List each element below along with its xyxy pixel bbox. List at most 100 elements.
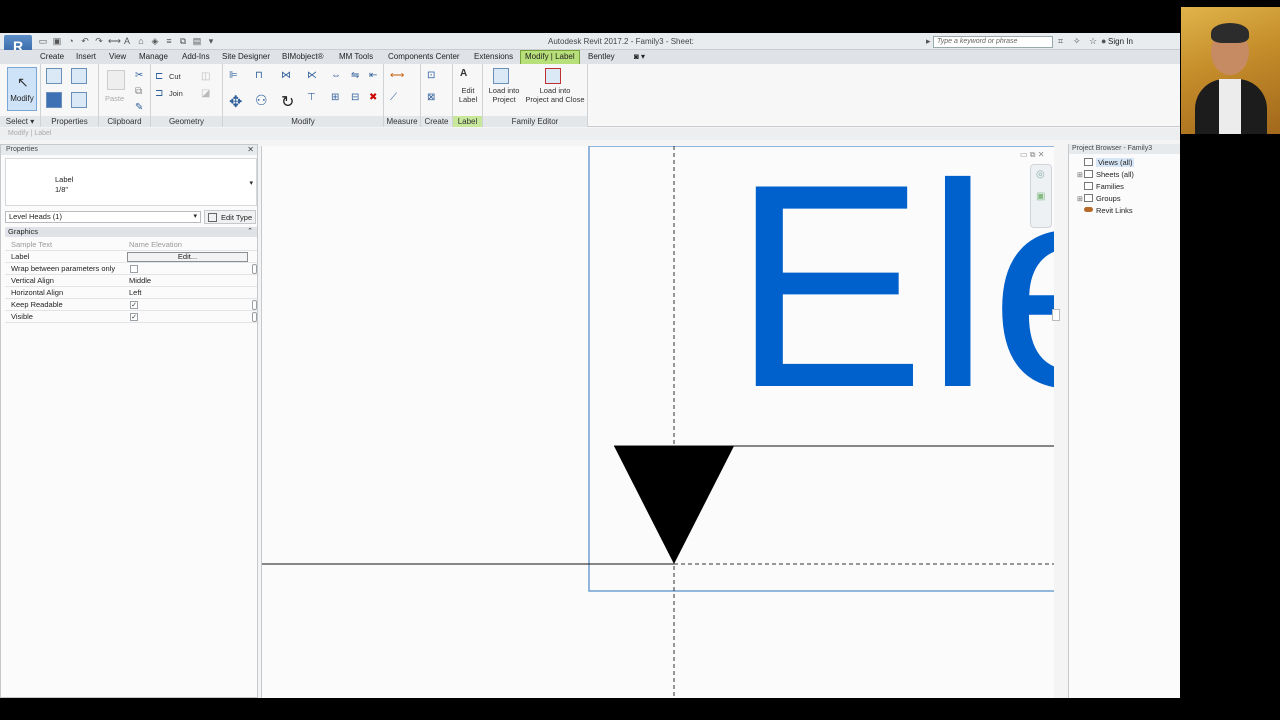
subscription-icon[interactable]: ✧ (1073, 36, 1081, 47)
tab-insert[interactable]: Insert (76, 52, 96, 61)
tab-options-icon[interactable]: ◙ ▾ (634, 52, 645, 61)
edit-label-params-button[interactable]: Edit... (127, 252, 248, 262)
steering-wheel-icon[interactable]: ◎ (1036, 169, 1045, 180)
scale-icon[interactable]: ⊟ (351, 92, 359, 103)
match-properties-icon[interactable]: ✎ (135, 102, 143, 113)
undo-icon[interactable]: ↶ (80, 36, 90, 46)
modify-button[interactable]: ↖ Modify (7, 67, 37, 111)
tab-bimobject[interactable]: BIMobject® (282, 52, 323, 61)
split-face-icon[interactable]: ◫ (201, 71, 210, 82)
section-icon[interactable]: ◈ (150, 36, 160, 46)
load-into-project-icon[interactable] (493, 68, 509, 84)
zoom-icon[interactable]: ▣ (1036, 191, 1045, 202)
create-group-icon[interactable]: ⊠ (427, 92, 435, 103)
move-icon[interactable]: ✥ (229, 92, 242, 112)
help-search-input[interactable]: Type a keyword or phrase (933, 36, 1053, 48)
pin-icon[interactable]: ⇤ (369, 70, 377, 81)
thin-lines-icon[interactable]: ≡ (164, 36, 174, 46)
visible-checkbox[interactable]: ✓ (130, 313, 138, 321)
type-properties-icon[interactable] (46, 68, 62, 84)
tree-item-groups[interactable]: ⊞ Groups (1077, 193, 1121, 205)
vertical-align-value[interactable]: Middle (129, 275, 151, 287)
keep-readable-checkbox[interactable]: ✓ (130, 301, 138, 309)
close-icon[interactable]: ✕ (247, 145, 254, 155)
group-header-graphics[interactable]: Graphics ⌃ (5, 227, 257, 237)
cut-geometry-button[interactable]: Cut (169, 72, 181, 81)
chevron-right-icon[interactable]: ▸ (926, 36, 931, 47)
delete-icon[interactable]: ✖ (369, 92, 377, 103)
instance-filter-dropdown[interactable]: Level Heads (1) ▾ (5, 211, 201, 223)
tab-view[interactable]: View (109, 52, 126, 61)
paste-icon[interactable] (107, 70, 125, 90)
type-selector[interactable]: Label 1/8" ▾ (5, 158, 257, 206)
sync-icon[interactable]: ◔ (66, 36, 76, 46)
align-icon[interactable]: ⊫ (229, 70, 238, 81)
tab-create[interactable]: Create (40, 52, 64, 61)
sign-in-button[interactable]: Sign In (1108, 37, 1133, 46)
canvas-scrollbar[interactable] (1052, 309, 1060, 321)
cope-icon[interactable]: ⊏ (155, 71, 163, 82)
copy-icon[interactable]: ⧉ (135, 86, 142, 97)
edit-label-button[interactable]: Edit Label (455, 86, 481, 104)
tab-mm-tools[interactable]: MM Tools (339, 52, 373, 61)
tab-modify-label[interactable]: Modify | Label (520, 50, 580, 65)
tab-manage[interactable]: Manage (139, 52, 168, 61)
text-icon[interactable]: A (122, 36, 132, 46)
rotate-icon[interactable]: ↻ (281, 92, 294, 112)
panel-label-select[interactable]: Select ▾ (0, 116, 40, 127)
favorites-star-icon[interactable]: ☆ (1089, 36, 1097, 47)
cut-icon[interactable]: ✂ (135, 70, 143, 81)
scrollbar-thumb[interactable] (252, 312, 257, 322)
paste-button[interactable]: Paste (105, 94, 124, 103)
properties-icon[interactable] (46, 92, 62, 108)
wrap-checkbox[interactable] (130, 265, 138, 273)
save-icon[interactable]: ▣ (52, 36, 62, 46)
tree-item-families[interactable]: Families (1077, 181, 1124, 193)
horizontal-align-value[interactable]: Left (129, 287, 142, 299)
paint-icon[interactable]: ◪ (201, 88, 210, 99)
level-head-triangle[interactable] (614, 446, 734, 564)
create-similar-icon[interactable]: ⊡ (427, 70, 435, 81)
qat-menu-icon[interactable]: ▾ (206, 36, 216, 46)
split-gap-icon[interactable]: ⇋ (351, 70, 359, 81)
mirror-draw-icon[interactable]: ⋉ (307, 70, 317, 81)
scrollbar-thumb[interactable] (252, 300, 257, 310)
3d-view-icon[interactable]: ⌂ (136, 36, 146, 46)
tab-components-center[interactable]: Components Center (388, 52, 460, 61)
split-element-icon[interactable]: ⇔ (331, 70, 341, 81)
load-into-project-button[interactable]: Load into Project (485, 86, 523, 104)
measure-qat-icon[interactable]: ⟷ (108, 36, 121, 46)
redo-icon[interactable]: ↷ (94, 36, 104, 46)
tree-item-views[interactable]: Views (all) (1077, 157, 1135, 169)
measure-icon[interactable]: ⟷ (390, 70, 404, 81)
trim-icon[interactable]: ⊤ (307, 92, 316, 103)
type-family-name: Label (55, 175, 74, 184)
family-types-icon[interactable] (71, 68, 87, 84)
tree-item-sheets[interactable]: ⊞ Sheets (all) (1077, 169, 1134, 181)
label-text[interactable]: Ele (732, 146, 1054, 448)
open-icon[interactable]: ▭ (38, 36, 48, 46)
load-into-project-and-close-button[interactable]: Load into Project and Close (523, 86, 587, 104)
view-window-controls[interactable]: ▭ ⧉ ✕ (1020, 150, 1044, 160)
load-and-close-icon[interactable] (545, 68, 561, 84)
tab-extensions[interactable]: Extensions (474, 52, 513, 61)
edit-type-button[interactable]: Edit Type (204, 210, 256, 224)
family-category-icon[interactable] (71, 92, 87, 108)
drawing-canvas[interactable]: Ele ▭ ⧉ ✕ ◎ ▣ (261, 146, 1054, 698)
edit-label-icon[interactable]: A (460, 68, 467, 79)
dimension-icon[interactable]: ⟋ (390, 92, 397, 103)
binoculars-icon[interactable]: ⌗ (1058, 36, 1063, 47)
copy-element-icon[interactable]: ⚇ (255, 92, 268, 109)
mirror-axis-icon[interactable]: ⋈ (281, 70, 291, 81)
join-icon[interactable]: ⊐ (155, 88, 163, 99)
array-icon[interactable]: ⊞ (331, 92, 339, 103)
switch-windows-icon[interactable]: ▤ (192, 36, 202, 46)
tab-bentley[interactable]: Bentley (588, 52, 615, 61)
tab-site-designer[interactable]: Site Designer (222, 52, 270, 61)
join-button[interactable]: Join (169, 89, 183, 98)
scrollbar-thumb[interactable] (252, 264, 257, 274)
offset-icon[interactable]: ⊓ (255, 70, 263, 81)
tab-add-ins[interactable]: Add-Ins (182, 52, 210, 61)
close-views-icon[interactable]: ⧉ (178, 36, 188, 46)
tree-item-revit-links[interactable]: Revit Links (1077, 205, 1133, 217)
